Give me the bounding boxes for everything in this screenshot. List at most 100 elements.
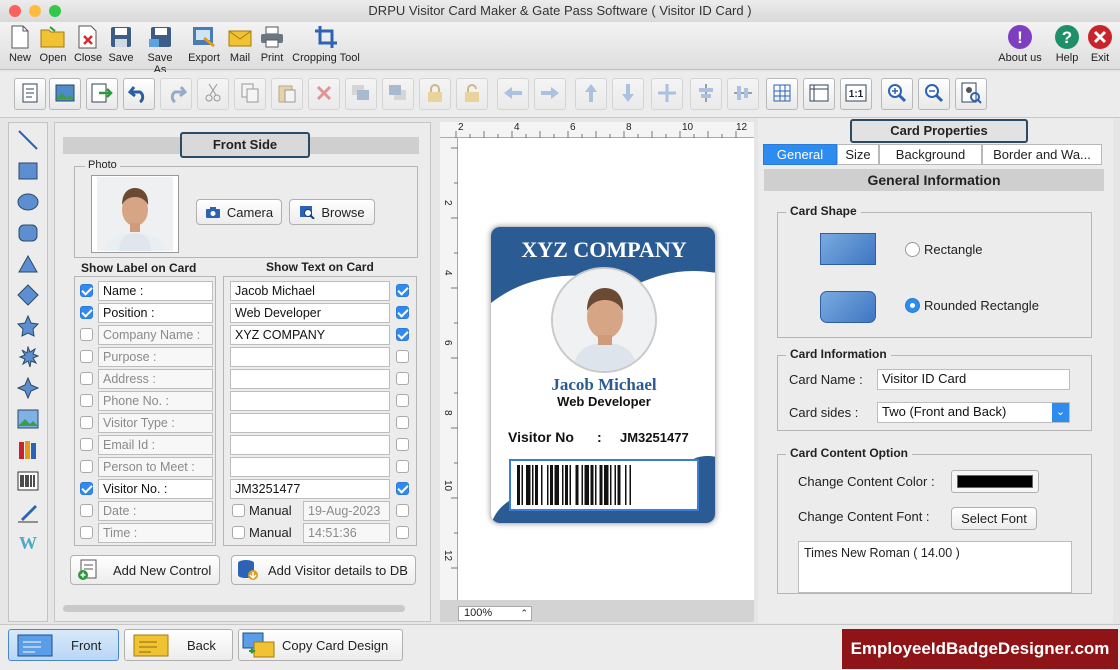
id-card-preview[interactable]: XYZ COMPANY Jacob Michael Web Developer …	[490, 226, 716, 524]
cut-button[interactable]	[197, 78, 229, 110]
manual-checkbox[interactable]	[232, 526, 245, 539]
rectangle-radio[interactable]	[905, 242, 920, 257]
print-button[interactable]: Print	[258, 24, 286, 68]
image-tool[interactable]	[15, 408, 41, 432]
help-button[interactable]: ? Help	[1052, 24, 1082, 68]
label-checkbox[interactable]	[80, 504, 93, 517]
tab-general[interactable]: General	[763, 144, 837, 165]
value-field[interactable]: JM3251477	[230, 479, 390, 499]
import-button[interactable]	[86, 78, 118, 110]
label-field[interactable]: Visitor Type :	[98, 413, 213, 433]
center-button[interactable]	[651, 78, 683, 110]
label-checkbox[interactable]	[80, 372, 93, 385]
label-checkbox[interactable]	[80, 416, 93, 429]
minimize-window-icon[interactable]	[29, 5, 41, 17]
barcode-tool[interactable]	[15, 470, 41, 494]
label-field[interactable]: Purpose :	[98, 347, 213, 367]
bring-front-button[interactable]	[345, 78, 377, 110]
rounded-shape-preview[interactable]	[820, 291, 876, 323]
tab-background[interactable]: Background	[879, 144, 982, 165]
watermark-tool[interactable]: W	[15, 532, 41, 556]
text-checkbox[interactable]	[396, 306, 409, 319]
card-name-input[interactable]: Visitor ID Card	[877, 369, 1070, 390]
add-new-control-button[interactable]: Add New Control	[70, 555, 220, 585]
library-tool[interactable]	[15, 439, 41, 463]
unlock-button[interactable]	[456, 78, 488, 110]
label-field[interactable]: Position :	[98, 303, 213, 323]
copy-card-design-button[interactable]: Copy Card Design	[238, 629, 403, 661]
label-checkbox[interactable]	[80, 284, 93, 297]
value-field[interactable]: 19-Aug-2023	[303, 501, 390, 521]
copy-button[interactable]	[234, 78, 266, 110]
close-window-icon[interactable]	[9, 5, 21, 17]
star-tool[interactable]	[15, 314, 41, 339]
value-field[interactable]	[230, 347, 390, 367]
preview-button[interactable]	[955, 78, 987, 110]
label-checkbox[interactable]	[80, 394, 93, 407]
zoom-select[interactable]: 100% ⌃	[458, 606, 532, 621]
back-button[interactable]: Back	[124, 629, 233, 661]
text-checkbox[interactable]	[396, 350, 409, 363]
export-button[interactable]: Export	[186, 24, 222, 68]
label-checkbox[interactable]	[80, 482, 93, 495]
value-field[interactable]	[230, 457, 390, 477]
label-field[interactable]: Phone No. :	[98, 391, 213, 411]
signature-tool[interactable]	[15, 501, 41, 525]
move-right-button[interactable]	[534, 78, 566, 110]
label-field[interactable]: Address :	[98, 369, 213, 389]
label-field[interactable]: Company Name :	[98, 325, 213, 345]
value-field[interactable]: Jacob Michael	[230, 281, 390, 301]
label-field[interactable]: Date :	[98, 501, 213, 521]
label-checkbox[interactable]	[80, 350, 93, 363]
label-field[interactable]: Name :	[98, 281, 213, 301]
tab-border-watermark[interactable]: Border and Wa...	[982, 144, 1102, 165]
undo-button[interactable]	[123, 78, 155, 110]
save-button[interactable]: Save	[107, 24, 135, 68]
properties-tool-button[interactable]	[14, 78, 46, 110]
redo-button[interactable]	[160, 78, 192, 110]
value-field[interactable]	[230, 391, 390, 411]
text-checkbox[interactable]	[396, 460, 409, 473]
value-field[interactable]: 14:51:36	[303, 523, 390, 543]
triangle-tool[interactable]	[15, 253, 41, 277]
text-checkbox[interactable]	[396, 394, 409, 407]
zoom-window-icon[interactable]	[49, 5, 61, 17]
actual-size-button[interactable]: 1:1	[840, 78, 872, 110]
text-checkbox[interactable]	[396, 372, 409, 385]
label-field[interactable]: Email Id :	[98, 435, 213, 455]
save-as-button[interactable]: Save As	[140, 24, 180, 76]
move-down-button[interactable]	[612, 78, 644, 110]
value-field[interactable]: Web Developer	[230, 303, 390, 323]
ruler-button[interactable]	[803, 78, 835, 110]
rectangle-tool[interactable]	[15, 160, 41, 184]
paste-button[interactable]	[271, 78, 303, 110]
cropping-tool-button[interactable]: Cropping Tool	[291, 24, 361, 68]
delete-button[interactable]	[308, 78, 340, 110]
front-panel-scrollbar[interactable]	[63, 605, 405, 612]
text-checkbox[interactable]	[396, 438, 409, 451]
label-checkbox[interactable]	[80, 306, 93, 319]
label-field[interactable]: Person to Meet :	[98, 457, 213, 477]
grid-button[interactable]	[766, 78, 798, 110]
value-field[interactable]: XYZ COMPANY	[230, 325, 390, 345]
label-checkbox[interactable]	[80, 438, 93, 451]
mail-button[interactable]: Mail	[226, 24, 254, 68]
browse-button[interactable]: Browse	[289, 199, 375, 225]
exit-button[interactable]: Exit	[1086, 24, 1114, 68]
rectangle-shape-preview[interactable]	[820, 233, 876, 265]
text-checkbox[interactable]	[396, 416, 409, 429]
value-field[interactable]	[230, 413, 390, 433]
label-field[interactable]: Time :	[98, 523, 213, 543]
diamond-tool[interactable]	[15, 283, 41, 308]
about-button[interactable]: ! About us	[997, 24, 1043, 68]
select-font-button[interactable]: Select Font	[951, 507, 1037, 530]
move-up-button[interactable]	[575, 78, 607, 110]
label-checkbox[interactable]	[80, 526, 93, 539]
value-field[interactable]	[230, 435, 390, 455]
text-checkbox[interactable]	[396, 526, 409, 539]
open-button[interactable]: Open	[38, 24, 68, 68]
line-tool[interactable]	[15, 129, 41, 153]
label-field[interactable]: Visitor No. :	[98, 479, 213, 499]
label-checkbox[interactable]	[80, 328, 93, 341]
align-vertical-button[interactable]	[727, 78, 759, 110]
